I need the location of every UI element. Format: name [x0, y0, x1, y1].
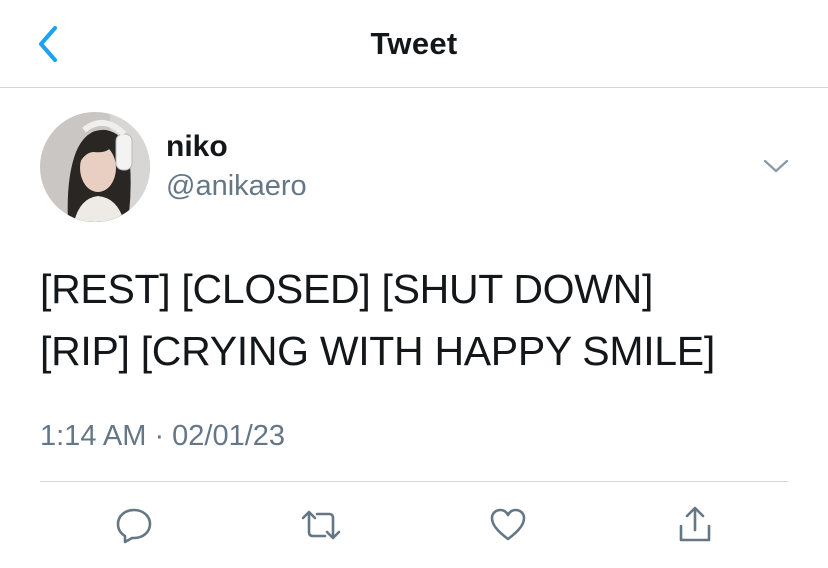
header-bar: Tweet: [0, 0, 828, 88]
tweet-timestamp: 1:14 AM · 02/01/23: [40, 420, 286, 452]
share-button[interactable]: [671, 502, 719, 548]
chevron-down-icon: [763, 159, 789, 173]
author-handle[interactable]: @anikaero: [166, 170, 307, 203]
retweet-button[interactable]: [297, 502, 345, 548]
author-name[interactable]: niko: [166, 130, 228, 164]
tweet-text: [REST] [CLOSED] [SHUT DOWN] [RIP] [CRYIN…: [40, 258, 800, 382]
share-icon: [679, 506, 711, 542]
like-icon: [490, 508, 526, 541]
profile-photo: [40, 112, 150, 222]
tweet-text-line: [REST] [CLOSED] [SHUT DOWN]: [40, 266, 654, 312]
divider: [40, 481, 788, 482]
tweet-text-line: [RIP] [CRYING WITH HAPPY SMILE]: [40, 328, 715, 374]
more-options-button[interactable]: [760, 152, 792, 180]
retweet-icon: [301, 510, 341, 540]
page-title: Tweet: [370, 26, 458, 61]
like-button[interactable]: [484, 502, 532, 548]
reply-icon: [116, 508, 152, 544]
reply-button[interactable]: [110, 502, 158, 548]
avatar[interactable]: [40, 112, 150, 222]
